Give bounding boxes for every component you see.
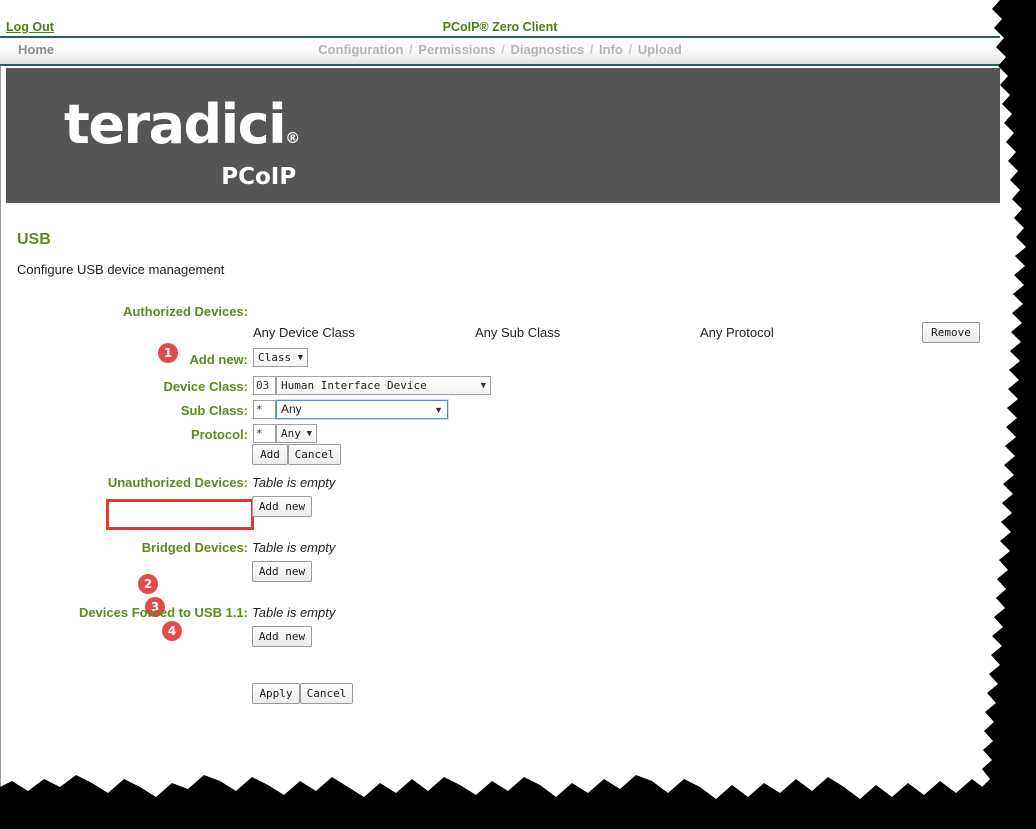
protocol-select[interactable]: Any ▼ [276, 424, 317, 443]
nav-item-diagnostics[interactable]: Diagnostics [510, 42, 584, 57]
usb11-devices-status: Table is empty [252, 605, 336, 620]
callout-badge-2: 2 [138, 574, 158, 594]
nav-separator: / [409, 42, 413, 57]
nav-separator: / [501, 42, 505, 57]
column-header-device-class: Any Device Class [253, 325, 355, 340]
cancel-button[interactable]: Cancel [300, 683, 353, 704]
nav-item-upload[interactable]: Upload [638, 42, 682, 57]
chevron-down-icon: ▼ [434, 405, 443, 415]
brand-banner: teradici® PCoIP [6, 68, 1000, 203]
unauthorized-devices-status: Table is empty [252, 475, 336, 490]
add-button[interactable]: Add [252, 444, 288, 465]
nav-menu: Configuration / Permissions / Diagnostic… [0, 42, 1000, 57]
logo-wordmark-text: teradici [64, 93, 287, 156]
bridged-devices-status: Table is empty [252, 540, 336, 555]
teradici-logo: teradici® PCoIP [64, 96, 300, 190]
page-description: Configure USB device management [17, 262, 225, 277]
add-new-label: Add new: [189, 352, 249, 367]
product-title: PCoIP® Zero Client [442, 20, 558, 34]
apply-button[interactable]: Apply [252, 683, 300, 704]
device-class-select[interactable]: Human Interface Device ▼ [276, 376, 491, 395]
top-bar: Log Out PCoIP® Zero Client [0, 0, 1000, 38]
device-class-label: Device Class: [163, 379, 248, 394]
bridged-add-new-button[interactable]: Add new [252, 561, 312, 582]
add-new-type-value: Class [258, 351, 292, 364]
unauthorized-add-new-button[interactable]: Add new [252, 496, 312, 517]
page-title: USB [17, 231, 51, 248]
nav-item-info[interactable]: Info [599, 42, 623, 57]
device-class-value: Human Interface Device [281, 379, 427, 392]
logo-wordmark: teradici® [64, 96, 300, 167]
usb11-add-new-button[interactable]: Add new [252, 626, 312, 647]
callout-badge-4: 4 [162, 621, 182, 641]
sub-class-label: Sub Class: [180, 403, 248, 418]
device-class-code-input[interactable]: 03 [253, 376, 276, 395]
nav-item-configuration[interactable]: Configuration [318, 42, 403, 57]
nav-separator: / [589, 42, 594, 57]
remove-button[interactable]: Remove [922, 322, 980, 343]
cancel-entry-button[interactable]: Cancel [288, 444, 341, 465]
page-sheet: Log Out PCoIP® Zero Client Home Configur… [0, 0, 1036, 829]
protocol-value: Any [281, 427, 301, 440]
page-left-border [0, 0, 1, 790]
sub-class-value: Any [281, 402, 302, 416]
chevron-down-icon: ▼ [306, 429, 312, 439]
sub-class-code-input[interactable]: * [253, 400, 276, 419]
registered-trademark-icon: ® [285, 129, 301, 147]
logo-subtext: PCoIP [221, 164, 297, 190]
chevron-down-icon: ▼ [480, 381, 486, 391]
nav-item-permissions[interactable]: Permissions [418, 42, 495, 57]
column-header-protocol: Any Protocol [700, 325, 774, 340]
nav-separator: / [628, 42, 633, 57]
chevron-down-icon: ▼ [297, 353, 303, 363]
authorized-devices-label: Authorized Devices: [123, 304, 248, 319]
sub-class-select[interactable]: Any ▼ [276, 400, 448, 419]
unauthorized-devices-label: Unauthorized Devices: [107, 475, 248, 490]
navigation-bar: Home Configuration / Permissions / Diagn… [0, 38, 1000, 66]
add-new-type-select[interactable]: Class ▼ [253, 348, 308, 367]
protocol-code-input[interactable]: * [253, 424, 276, 443]
usb11-devices-label: Devices Forced to USB 1.1: [78, 605, 248, 620]
torn-edge-bottom [0, 775, 1036, 829]
authorized-devices-highlight-box [106, 499, 254, 530]
protocol-label: Protocol: [190, 427, 248, 442]
column-header-sub-class: Any Sub Class [475, 325, 561, 340]
bridged-devices-label: Bridged Devices: [141, 540, 248, 555]
